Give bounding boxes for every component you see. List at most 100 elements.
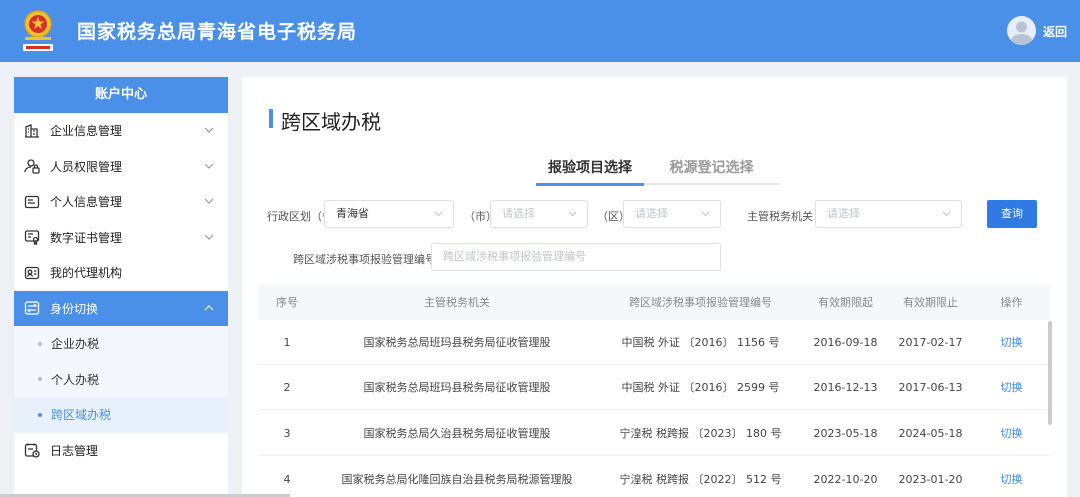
table-row: 1 国家税务总局班玛县税务局征收管理股 中国税 外证 〔2016〕 1156 号… xyxy=(258,320,1050,365)
chevron-up-icon xyxy=(204,304,214,310)
cell-code: 宁湟税 税跨报 〔2023〕 180 号 xyxy=(619,427,782,440)
cell-start-date: 2023-05-18 xyxy=(813,427,878,440)
bullet-icon xyxy=(38,341,42,346)
main-panel: 跨区域办税 报验项目选择 税源登记选择 行政区划（省） 青海省 （市） 请选择 … xyxy=(242,77,1067,497)
cell-start-date: 2022-10-20 xyxy=(813,473,878,486)
tax-emblem-icon xyxy=(23,10,53,51)
chevron-down-icon xyxy=(701,211,710,217)
submenu-item-cross-region-tax[interactable]: 跨区域办税 xyxy=(14,397,228,433)
switch-link[interactable]: 切换 xyxy=(973,457,1050,497)
chevron-down-icon xyxy=(434,211,443,217)
city-select[interactable]: 请选择 xyxy=(490,200,588,228)
cell-org: 国家税务总局班玛县税务局征收管理股 xyxy=(363,381,551,394)
query-button[interactable]: 查询 xyxy=(987,200,1037,228)
cell-start-date: 2016-12-13 xyxy=(813,381,878,394)
table-scrollbar[interactable] xyxy=(1048,321,1052,425)
cell-code: 中国税 外证 〔2016〕 2599 号 xyxy=(621,381,780,394)
chevron-down-icon xyxy=(942,211,951,217)
sidebar-item-label: 企业信息管理 xyxy=(50,124,123,139)
cell-org: 国家税务总局化隆回族自治县税务局税源管理股 xyxy=(341,473,573,486)
sidebar-item-label: 身份切换 xyxy=(50,301,99,316)
log-icon xyxy=(24,442,40,458)
cell-end-date: 2023-01-20 xyxy=(898,473,963,486)
cell-end-date: 2017-06-13 xyxy=(898,381,963,394)
sidebar-item-label: 个人信息管理 xyxy=(50,195,123,210)
column-header: 主管税务机关 xyxy=(424,296,490,309)
submenu-item-personal-tax[interactable]: 个人办税 xyxy=(14,362,228,398)
cell-seq: 1 xyxy=(283,336,291,349)
title-accent-bar xyxy=(269,109,273,128)
province-select-value: 青海省 xyxy=(336,207,369,220)
code-input[interactable]: 跨区域涉税事项报验管理编号 xyxy=(431,243,721,271)
table-row: 4 国家税务总局化隆回族自治县税务局税源管理股 宁湟税 税跨报 〔2022〕 5… xyxy=(258,457,1050,497)
tab-inspection-items[interactable]: 报验项目选择 xyxy=(536,157,644,186)
id-card-icon xyxy=(24,194,40,210)
sidebar-item-certificates[interactable]: 数字证书管理 xyxy=(14,220,228,256)
page-title: 跨区域办税 xyxy=(281,110,381,134)
switch-icon xyxy=(24,300,40,316)
cell-end-date: 2024-05-18 xyxy=(898,427,963,440)
column-header: 序号 xyxy=(276,296,298,309)
table-row: 3 国家税务总局久治县税务局征收管理股 宁湟税 税跨报 〔2023〕 180 号… xyxy=(258,411,1050,456)
submenu-item-label: 企业办税 xyxy=(51,337,100,352)
top-header: 国家税务总局青海省电子税务局 返回 xyxy=(0,0,1080,62)
chevron-down-icon xyxy=(204,163,214,169)
city-select-placeholder: 请选择 xyxy=(502,207,535,220)
code-label: 跨区域涉税事项报验管理编号 xyxy=(293,253,436,266)
site-title: 国家税务总局青海省电子税务局 xyxy=(77,21,358,43)
tab-tax-source-registration[interactable]: 税源登记选择 xyxy=(644,157,779,185)
switch-link[interactable]: 切换 xyxy=(973,320,1050,365)
sidebar-item-personal-info[interactable]: 个人信息管理 xyxy=(14,184,228,220)
chevron-down-icon xyxy=(204,127,214,133)
cell-org: 国家税务总局久治县税务局征收管理股 xyxy=(363,427,551,440)
cell-code: 宁湟税 税跨报 〔2022〕 512 号 xyxy=(619,473,782,486)
back-link[interactable]: 返回 xyxy=(1043,23,1067,40)
district-select[interactable]: 请选择 xyxy=(623,200,721,228)
cell-org: 国家税务总局班玛县税务局征收管理股 xyxy=(363,336,551,349)
sidebar-item-enterprise-info[interactable]: 企业信息管理 xyxy=(14,113,228,149)
sidebar-item-label: 人员权限管理 xyxy=(50,159,123,174)
submenu-item-label: 跨区域办税 xyxy=(51,408,112,423)
authority-label: 主管税务机关 xyxy=(747,210,813,223)
cell-code: 中国税 外证 〔2016〕 1156 号 xyxy=(621,336,780,349)
cell-end-date: 2017-02-17 xyxy=(898,336,963,349)
authority-select-placeholder: 请选择 xyxy=(827,207,860,220)
province-select[interactable]: 青海省 xyxy=(324,200,454,228)
sidebar-item-label: 我的代理机构 xyxy=(50,266,123,281)
cell-seq: 4 xyxy=(283,473,291,486)
sidebar-item-logs[interactable]: 日志管理 xyxy=(14,433,228,469)
sidebar-item-identity-switch[interactable]: 身份切换 xyxy=(14,290,228,326)
column-header: 有效期限起 xyxy=(818,296,873,309)
user-avatar-icon[interactable] xyxy=(1007,16,1036,45)
column-header: 操作 xyxy=(1000,296,1023,309)
certificate-icon xyxy=(24,229,40,246)
cell-seq: 3 xyxy=(283,427,291,440)
authority-select[interactable]: 请选择 xyxy=(815,200,962,228)
bullet-icon xyxy=(38,377,42,382)
building-icon xyxy=(24,123,40,139)
column-header: 跨区域涉税事项报验管理编号 xyxy=(629,296,772,309)
cell-start-date: 2016-09-18 xyxy=(813,336,878,349)
sidebar-header: 账户中心 xyxy=(14,77,228,113)
cell-seq: 2 xyxy=(283,381,291,394)
chevron-down-icon xyxy=(568,211,577,217)
chevron-down-icon xyxy=(204,198,214,204)
column-header: 有效期限止 xyxy=(903,296,958,309)
submenu-item-label: 个人办税 xyxy=(51,372,100,387)
switch-link[interactable]: 切换 xyxy=(973,411,1050,456)
table-header: 序号 主管税务机关 跨区域涉税事项报验管理编号 有效期限起 有效期限止 操作 xyxy=(258,285,1050,320)
sidebar-item-label: 数字证书管理 xyxy=(50,230,123,245)
sidebar-item-agencies[interactable]: 我的代理机构 xyxy=(14,255,228,291)
chevron-down-icon xyxy=(204,234,214,240)
sidebar: 账户中心 企业信息管理 人员权限管理 个人信息管理 数字证书管理 我的代理机构 xyxy=(14,77,228,497)
code-input-placeholder: 跨区域涉税事项报验管理编号 xyxy=(443,250,586,263)
sidebar-item-label: 日志管理 xyxy=(50,443,99,458)
table-row: 2 国家税务总局班玛县税务局征收管理股 中国税 外证 〔2016〕 2599 号… xyxy=(258,365,1050,410)
identity-submenu: 企业办税 个人办税 跨区域办税 xyxy=(14,326,228,433)
submenu-item-enterprise-tax[interactable]: 企业办税 xyxy=(14,326,228,362)
agency-icon xyxy=(24,265,40,281)
sidebar-item-permissions[interactable]: 人员权限管理 xyxy=(14,149,228,185)
user-lock-icon xyxy=(24,158,40,174)
bullet-icon xyxy=(38,412,42,417)
switch-link[interactable]: 切换 xyxy=(973,365,1050,410)
